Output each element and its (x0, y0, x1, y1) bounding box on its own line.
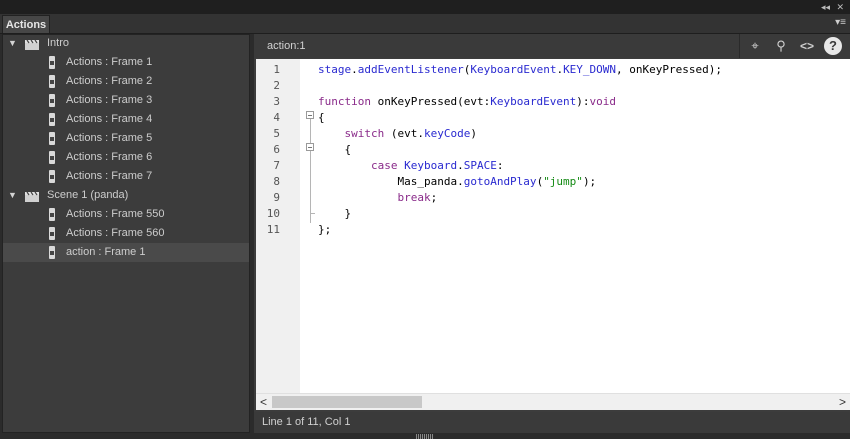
script-icon (49, 75, 55, 88)
line-number: 2 (273, 79, 280, 92)
scene-icon (25, 190, 39, 202)
resize-grip[interactable] (416, 434, 434, 439)
panel-tab-row: Actions ▾≡ (0, 14, 850, 34)
script-icon (49, 227, 55, 240)
line-number-gutter: 1 2 3 4 5 6 7 8 9 10 11 (256, 59, 300, 393)
frame-label: action : Frame 1 (66, 246, 146, 258)
code-line: break; (397, 191, 438, 204)
script-pane: action:1 ⌖ ⚲ <> ? 1 2 3 4 5 6 7 8 9 10 11 stage.ad… (254, 34, 850, 433)
script-icon (49, 132, 55, 145)
script-navigator: ▼ Intro Actions : Frame 1 Actions : Frame 2… (2, 34, 250, 433)
code-line: } (318, 207, 352, 220)
editor-toolbar: ⌖ ⚲ <> ? (739, 34, 850, 58)
close-icon[interactable]: ✕ (836, 1, 844, 13)
tab-actions[interactable]: Actions (2, 15, 50, 33)
fold-end-marker (310, 213, 315, 214)
script-icon (49, 94, 55, 107)
line-number: 4 (273, 111, 280, 124)
tree-scene[interactable]: ▼ Intro (3, 34, 249, 53)
frame-label: Actions : Frame 1 (66, 56, 153, 68)
script-icon (49, 56, 55, 69)
script-pane-header: action:1 ⌖ ⚲ <> ? (254, 34, 850, 58)
target-icon[interactable]: ⌖ (746, 37, 764, 55)
line-number: 11 (266, 223, 280, 236)
frame-label: Actions : Frame 2 (66, 75, 153, 87)
tree-frame-item[interactable]: Actions : Frame 7 (3, 167, 249, 186)
code-line: }; (318, 223, 332, 236)
scene-label: Scene 1 (panda) (47, 189, 129, 201)
tree-frame-item[interactable]: Actions : Frame 550 (3, 205, 249, 224)
tree-frame-item[interactable]: Actions : Frame 6 (3, 148, 249, 167)
script-icon (49, 170, 55, 183)
frame-label: Actions : Frame 5 (66, 132, 153, 144)
scroll-right-icon[interactable]: > (839, 395, 846, 409)
frame-label: Actions : Frame 550 (66, 208, 165, 220)
script-icon (49, 208, 55, 221)
collapse-panel-icon[interactable]: ◂◂ (821, 1, 830, 13)
code-line: stage.addEventListener(KeyboardEvent.KEY… (318, 63, 723, 76)
scene-icon (25, 38, 39, 50)
fold-toggle-switch[interactable] (306, 143, 314, 151)
tree-scene[interactable]: ▼ Scene 1 (panda) (3, 186, 249, 205)
frame-label: Actions : Frame 6 (66, 151, 153, 163)
tree-frame-item[interactable]: action : Frame 1 (3, 243, 249, 262)
tree-frame-item[interactable]: Actions : Frame 560 (3, 224, 249, 243)
code-line: { (318, 143, 352, 156)
code-snippets-icon[interactable]: <> (798, 37, 816, 55)
scene-label: Intro (47, 37, 70, 49)
line-number: 5 (273, 127, 280, 140)
horizontal-scrollbar[interactable]: < > (256, 393, 850, 410)
code-line: { (318, 111, 325, 124)
code-line: Mas_panda.gotoAndPlay("jump"); (318, 175, 597, 188)
script-title: action:1 (267, 40, 306, 52)
tree-frame-item[interactable]: Actions : Frame 2 (3, 72, 249, 91)
line-number: 3 (273, 95, 280, 108)
script-icon (49, 113, 55, 126)
tree-frame-item[interactable]: Actions : Frame 3 (3, 91, 249, 110)
scroll-left-icon[interactable]: < (260, 395, 267, 409)
fold-toggle-function[interactable] (306, 111, 314, 119)
code-editor[interactable]: 1 2 3 4 5 6 7 8 9 10 11 stage.addEventListener(Key… (256, 59, 850, 410)
frame-label: Actions : Frame 4 (66, 113, 153, 125)
line-number: 8 (273, 175, 280, 188)
expand-toggle-icon[interactable]: ▼ (8, 186, 17, 205)
script-icon (49, 151, 55, 164)
help-icon[interactable]: ? (824, 37, 842, 55)
line-number: 7 (273, 159, 280, 172)
panel-top-bar: ◂◂ ✕ (0, 0, 850, 14)
tree-frame-item[interactable]: Actions : Frame 1 (3, 53, 249, 72)
find-icon[interactable]: ⚲ (772, 37, 790, 55)
script-icon (49, 246, 55, 259)
line-number: 10 (266, 207, 280, 220)
code-line: function onKeyPressed(evt:KeyboardEvent)… (318, 95, 617, 108)
frame-label: Actions : Frame 3 (66, 94, 153, 106)
line-number: 6 (273, 143, 280, 156)
panel-menu-icon[interactable]: ▾≡ (835, 17, 846, 28)
tree-frame-item[interactable]: Actions : Frame 4 (3, 110, 249, 129)
line-number: 1 (273, 63, 280, 76)
status-bar: Line 1 of 11, Col 1 (254, 412, 850, 433)
expand-toggle-icon[interactable]: ▼ (8, 34, 17, 53)
code-line: switch (evt.keyCode) (344, 127, 477, 140)
tree-frame-item[interactable]: Actions : Frame 5 (3, 129, 249, 148)
code-line: case Keyboard.SPACE: (370, 159, 504, 172)
fold-line (310, 119, 311, 223)
frame-label: Actions : Frame 7 (66, 170, 153, 182)
line-number: 9 (273, 191, 280, 204)
scrollbar-thumb[interactable] (272, 396, 422, 408)
frame-label: Actions : Frame 560 (66, 227, 165, 239)
